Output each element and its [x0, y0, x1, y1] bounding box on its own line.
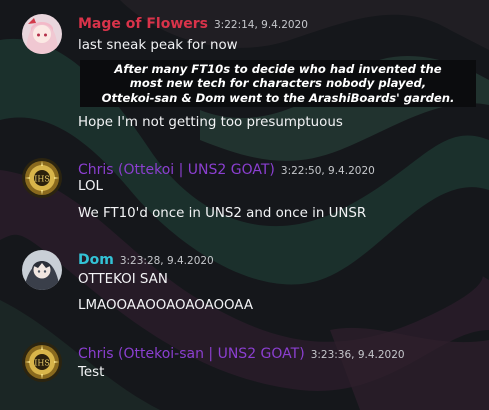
embedded-image-text[interactable]: After many FT10s to decide who had inven… — [80, 60, 476, 107]
username[interactable]: Dom — [78, 252, 114, 268]
message-group: IHS Chris (Ottekoi | UNS2 GOAT) 3:22:50, … — [0, 150, 489, 240]
message-header: Mage of Flowers 3:22:14, 9.4.2020 — [78, 13, 308, 32]
timestamp[interactable]: 3:22:50, 9.4.2020 — [281, 165, 375, 177]
message-text: LMAOOAAOOAOAOAOOAA — [78, 298, 254, 313]
message-header: Dom 3:23:28, 9.4.2020 — [78, 249, 214, 268]
message-text: We FT10'd once in UNS2 and once in UNSR — [78, 206, 367, 221]
message-text: OTTEKOI SAN — [78, 272, 168, 287]
embed-line: Ottekoi-san & Dom went to the ArashiBoar… — [101, 90, 455, 105]
message-header: Chris (Ottekoi | UNS2 GOAT) 3:22:50, 9.4.… — [78, 159, 375, 178]
username[interactable]: Chris (Ottekoi-san | UNS2 GOAT) — [78, 346, 305, 362]
message-group: Mage of Flowers 3:22:14, 9.4.2020 last sn… — [0, 0, 489, 150]
username[interactable]: Chris (Ottekoi | UNS2 GOAT) — [78, 162, 275, 178]
embed-line: After many FT10s to decide who had inven… — [114, 61, 442, 76]
embed-line: most new tech for characters nobody play… — [129, 76, 427, 91]
timestamp[interactable]: 3:23:36, 9.4.2020 — [311, 349, 405, 361]
dark-haired-character-icon — [22, 250, 62, 290]
anime-girl-avatar[interactable] — [22, 14, 62, 54]
svg-text:IHS: IHS — [34, 359, 50, 368]
ihs-emblem-icon: IHS — [22, 342, 62, 382]
chat-log: Mage of Flowers 3:22:14, 9.4.2020 last sn… — [0, 0, 489, 410]
message-text: Test — [78, 365, 105, 380]
ihs-emblem-icon: IHS — [22, 158, 62, 198]
svg-text:IHS: IHS — [34, 175, 50, 184]
ihs-emblem-avatar[interactable]: IHS — [22, 342, 62, 382]
message-group: IHS Chris (Ottekoi-san | UNS2 GOAT) 3:23:… — [0, 332, 489, 410]
dark-haired-character-avatar[interactable] — [22, 250, 62, 290]
message-text: Hope I'm not getting too presumptuous — [78, 115, 343, 130]
ihs-emblem-avatar[interactable]: IHS — [22, 158, 62, 198]
message-text: LOL — [78, 179, 103, 194]
timestamp[interactable]: 3:23:28, 9.4.2020 — [120, 255, 214, 267]
anime-girl-avatar-icon — [22, 14, 62, 54]
username[interactable]: Mage of Flowers — [78, 16, 208, 32]
message-group: Dom 3:23:28, 9.4.2020 OTTEKOI SAN LMAOOAA… — [0, 240, 489, 332]
timestamp[interactable]: 3:22:14, 9.4.2020 — [214, 19, 308, 31]
message-text: last sneak peak for now — [78, 38, 238, 53]
message-header: Chris (Ottekoi-san | UNS2 GOAT) 3:23:36, … — [78, 343, 405, 362]
